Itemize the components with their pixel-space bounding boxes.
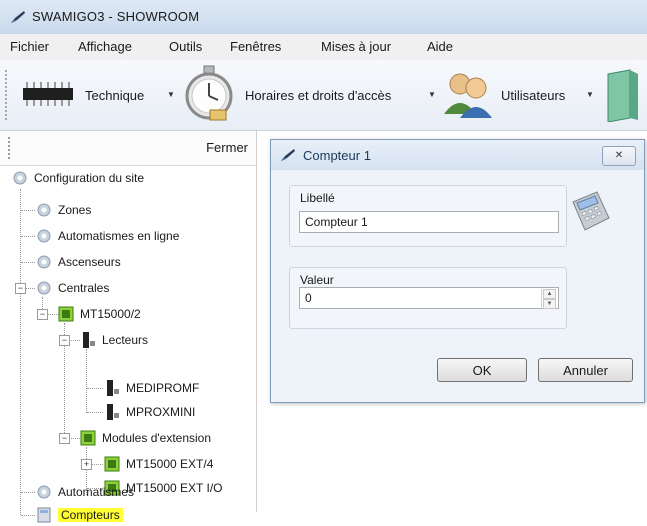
tree-node-label: Modules d'extension (102, 431, 212, 445)
spin-up-icon[interactable]: ▲ (543, 289, 556, 299)
menu-outils[interactable]: Outils (169, 39, 202, 54)
site-tree: − − − − + Configuration du site Zones Au… (0, 165, 256, 523)
technique-dropdown-icon[interactable]: ▼ (167, 90, 175, 99)
gear-icon (37, 281, 51, 295)
tree-line (21, 492, 35, 493)
menu-affichage[interactable]: Affichage (78, 39, 132, 54)
gear-icon (37, 485, 51, 499)
tree-node-label: Lecteurs (102, 333, 149, 347)
tree-line (21, 210, 35, 211)
spin-down-icon[interactable]: ▼ (543, 299, 556, 309)
tree-node-label: Automatismes (58, 485, 135, 499)
expander-mt15000[interactable]: − (37, 309, 48, 320)
close-panel-button[interactable]: Fermer (206, 140, 248, 155)
dialog-title: Compteur 1 (303, 148, 371, 163)
gear-icon (37, 255, 51, 269)
technique-button[interactable]: Technique ▼ (15, 60, 180, 130)
tree-node-label: Zones (58, 203, 92, 217)
tree-line (87, 388, 103, 389)
reader-icon (83, 332, 95, 348)
horaires-button[interactable]: Horaires et droits d'accès ▼ (180, 60, 445, 130)
tree-line (86, 349, 87, 413)
menu-mises-a-jour[interactable]: Mises à jour (321, 39, 391, 54)
tree-line (87, 412, 103, 413)
expander-ext4[interactable]: + (81, 459, 92, 470)
expander-centrales[interactable]: − (15, 283, 26, 294)
valeur-group: Valeur 0 ▲ ▼ (289, 267, 567, 329)
module-icon (80, 430, 96, 446)
stopwatch-icon (185, 65, 233, 121)
horaires-dropdown-icon[interactable]: ▼ (428, 90, 436, 99)
dialog-title-bar: Compteur 1 ✕ (271, 140, 644, 170)
users-icon (444, 73, 492, 118)
gear-icon (37, 203, 51, 217)
tree-node-label: MT15000 EXT I/O (126, 481, 223, 495)
horaires-label: Horaires et droits d'accès (245, 88, 392, 103)
window-title: SWAMIGO3 - SHOWROOM (32, 9, 200, 24)
menu-fenetres[interactable]: Fenêtres (230, 39, 281, 54)
tree-node-label: Ascenseurs (58, 255, 121, 269)
tree-line (20, 189, 21, 515)
pen-icon (11, 11, 25, 23)
ok-button[interactable]: OK (437, 358, 527, 382)
cancel-button[interactable]: Annuler (538, 358, 633, 382)
panel-grip[interactable] (8, 137, 12, 159)
tree-node-label: Automatismes en ligne (58, 229, 180, 243)
valeur-input[interactable]: 0 ▲ ▼ (299, 287, 559, 309)
tree-line (25, 288, 35, 289)
close-icon[interactable]: ✕ (602, 146, 636, 166)
valeur-spinner[interactable]: ▲ ▼ (541, 289, 557, 309)
menu-aide[interactable]: Aide (427, 39, 453, 54)
menu-fichier[interactable]: Fichier (10, 39, 49, 54)
expander-modules[interactable]: − (59, 433, 70, 444)
reader-icon (107, 380, 119, 396)
gear-icon (37, 229, 51, 243)
valeur-value: 0 (305, 291, 312, 305)
libelle-label: Libellé (300, 191, 335, 205)
calculator-icon (37, 507, 51, 523)
gear-icon (13, 171, 27, 185)
expander-lecteurs[interactable]: − (59, 335, 70, 346)
libelle-input[interactable]: Compteur 1 (299, 211, 559, 233)
site-tree-panel: Fermer − − − − + Configuration du site Z… (0, 131, 257, 523)
panel-header: Fermer (0, 131, 256, 166)
tree-node-label: MT15000/2 (80, 307, 141, 321)
chip-icon (23, 82, 73, 106)
toolbar: Technique ▼ Horaires et droits d'accès ▼… (0, 60, 647, 131)
menu-bar: Fichier Affichage Outils Fenêtres Mises … (0, 34, 647, 60)
title-bar: SWAMIGO3 - SHOWROOM (0, 0, 647, 35)
pen-icon (281, 149, 295, 161)
tree-node-label-selected: Compteurs (58, 508, 123, 522)
utilisateurs-dropdown-icon[interactable]: ▼ (586, 90, 594, 99)
tree-node-label: MPROXMINI (126, 405, 196, 419)
valeur-label: Valeur (300, 273, 334, 287)
technique-label: Technique (85, 88, 145, 103)
tree-node-label: Centrales (58, 281, 110, 295)
utilisateurs-label: Utilisateurs (501, 88, 566, 103)
tree-node-label: MT15000 EXT/4 (126, 457, 214, 471)
reader-icon (107, 404, 119, 420)
toolbar-grip[interactable] (5, 70, 9, 120)
tree-line (21, 236, 35, 237)
module-icon (104, 456, 120, 472)
tree-node-label: Configuration du site (34, 171, 145, 185)
tree-line (91, 464, 103, 465)
compteur-dialog: Compteur 1 ✕ Libellé Compteur 1 Valeur 0… (270, 139, 645, 403)
book-button[interactable] (602, 60, 647, 130)
utilisateurs-button[interactable]: Utilisateurs ▼ (440, 60, 600, 130)
libelle-group: Libellé Compteur 1 (289, 185, 567, 247)
calculator-icon (572, 191, 610, 231)
tree-line (21, 262, 35, 263)
tree-line (21, 515, 35, 516)
tree-node-label: MEDIPROMF (126, 381, 200, 395)
module-icon (58, 306, 74, 322)
book-icon (607, 69, 638, 122)
